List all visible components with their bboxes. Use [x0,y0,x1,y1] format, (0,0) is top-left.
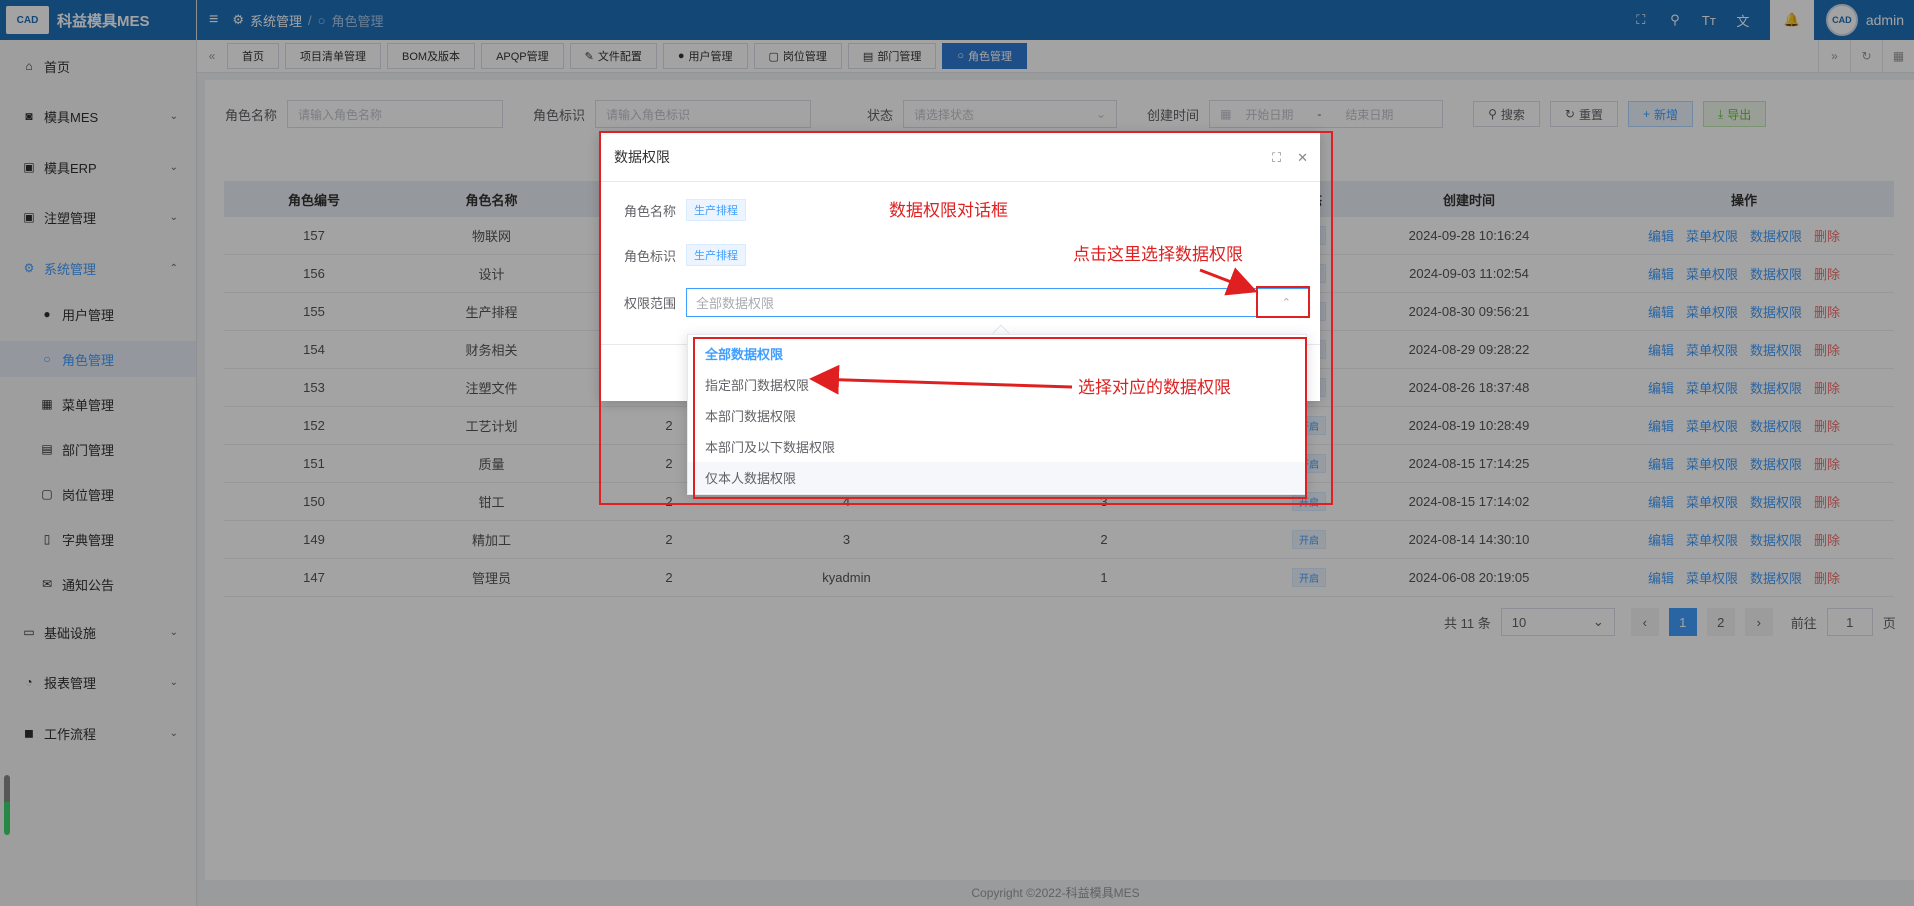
annotation-select-note: 选择对应的数据权限 [1078,378,1231,397]
annotation-click-note: 点击这里选择数据权限 [1073,245,1243,264]
annotation-dialog-note: 数据权限对话框 [889,201,1008,220]
modal-mask-top [197,0,1914,73]
annotation-select-box [1256,286,1310,318]
modal-mask-sidebar [0,0,197,906]
annotation-dropdown-box [693,337,1307,499]
